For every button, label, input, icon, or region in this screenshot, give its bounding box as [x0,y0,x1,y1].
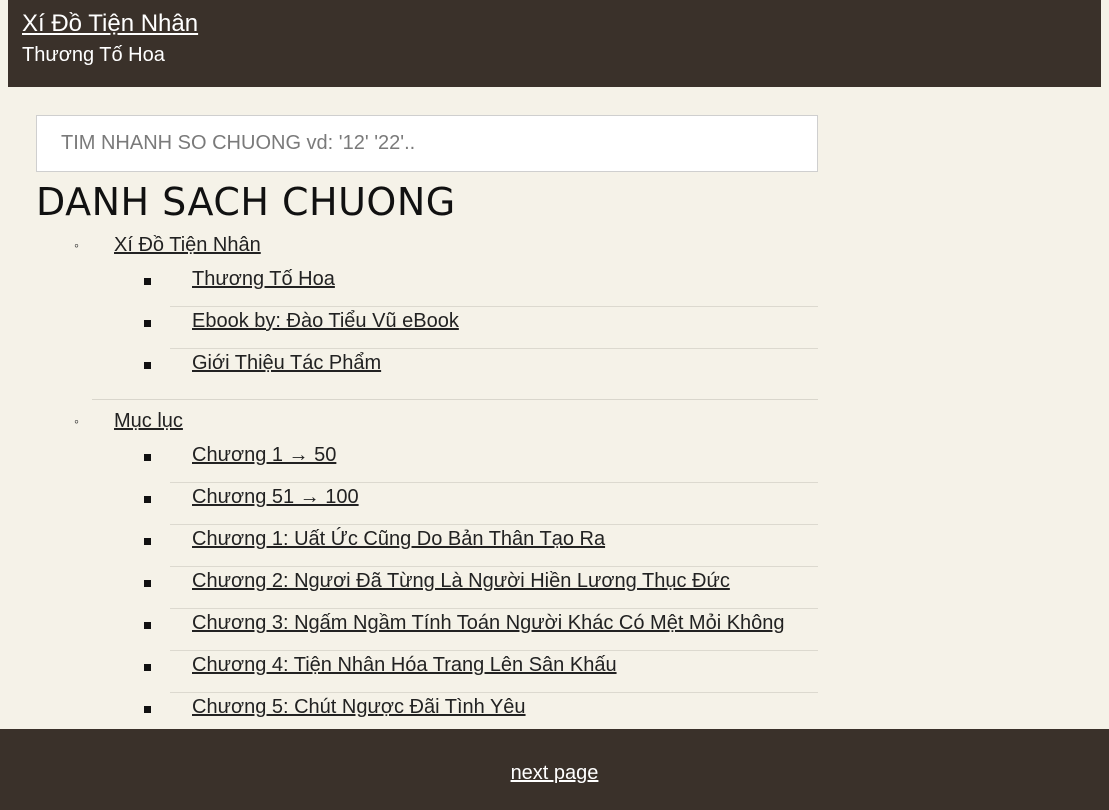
square-bullet-icon [144,538,151,545]
list-item: Chương 4: Tiện Nhân Hóa Trang Lên Sân Kh… [144,651,818,693]
square-bullet-icon [144,496,151,503]
chapter-link[interactable]: Chương 1: Uất Ức Cũng Do Bản Thân Tạo Ra [192,528,605,551]
square-bullet-icon [144,320,151,327]
chapter-list-title: DANH SACH CHUONG [36,180,456,224]
chapter-link[interactable]: Thương Tố Hoa [192,268,335,291]
chapter-link[interactable]: Ebook by: Đào Tiểu Vũ eBook [192,310,459,333]
chapter-link[interactable]: Chương 51 → 100 [192,486,359,509]
site-footer: next page [0,729,1109,810]
circle-bullet-icon: ◦ [74,413,79,429]
chapter-link[interactable]: Chương 2: Ngươi Đã Từng Là Người Hiền Lư… [192,570,730,593]
list-item: Thương Tố Hoa [144,265,818,307]
square-bullet-icon [144,622,151,629]
square-bullet-icon [144,362,151,369]
chapter-link[interactable]: Chương 3: Ngấm Ngầm Tính Toán Người Khác… [192,612,785,635]
main-content: DANH SACH CHUONG ◦ Xí Đồ Tiện Nhân Thươn… [36,115,818,754]
chapter-sections: ◦ Xí Đồ Tiện Nhân Thương Tố Hoa Ebook by… [36,234,818,744]
square-bullet-icon [144,454,151,461]
chapter-link[interactable]: Chương 5: Chút Ngược Đãi Tình Yêu [192,696,526,719]
list-item: Chương 1: Uất Ức Cũng Do Bản Thân Tạo Ra [144,525,818,567]
chapter-search-input[interactable] [36,115,818,172]
square-bullet-icon [144,278,151,285]
chapter-link[interactable]: Giới Thiệu Tác Phẩm [192,352,381,375]
list-item: Chương 2: Ngươi Đã Từng Là Người Hiền Lư… [144,567,818,609]
circle-bullet-icon: ◦ [74,237,79,253]
list-item: Chương 51 → 100 [144,483,818,525]
site-header: Xí Đồ Tiện Nhân Thương Tố Hoa [8,0,1101,87]
section-book: ◦ Xí Đồ Tiện Nhân Thương Tố Hoa Ebook by… [74,234,818,400]
book-title-link[interactable]: Xí Đồ Tiện Nhân [22,10,198,38]
square-bullet-icon [144,706,151,713]
square-bullet-icon [144,580,151,587]
list-item: Chương 1 → 50 [144,441,818,483]
section-toc: ◦ Mục lục Chương 1 → 50 Chương 51 → 100 … [74,410,818,744]
chapter-link[interactable]: Chương 1 → 50 [192,444,336,467]
list-item: Giới Thiệu Tác Phẩm [144,349,818,391]
chapter-link[interactable]: Chương 4: Tiện Nhân Hóa Trang Lên Sân Kh… [192,654,617,677]
next-page-link[interactable]: next page [511,762,599,785]
section-items: Thương Tố Hoa Ebook by: Đào Tiểu Vũ eBoo… [92,265,818,391]
square-bullet-icon [144,664,151,671]
list-item: Ebook by: Đào Tiểu Vũ eBook [144,307,818,349]
section-items: Chương 1 → 50 Chương 51 → 100 Chương 1: … [92,441,818,735]
book-author: Thương Tố Hoa [22,44,165,66]
list-item: Chương 3: Ngấm Ngầm Tính Toán Người Khác… [144,609,818,651]
section-link-toc[interactable]: Mục lục [114,410,183,433]
section-link-book[interactable]: Xí Đồ Tiện Nhân [114,234,261,257]
